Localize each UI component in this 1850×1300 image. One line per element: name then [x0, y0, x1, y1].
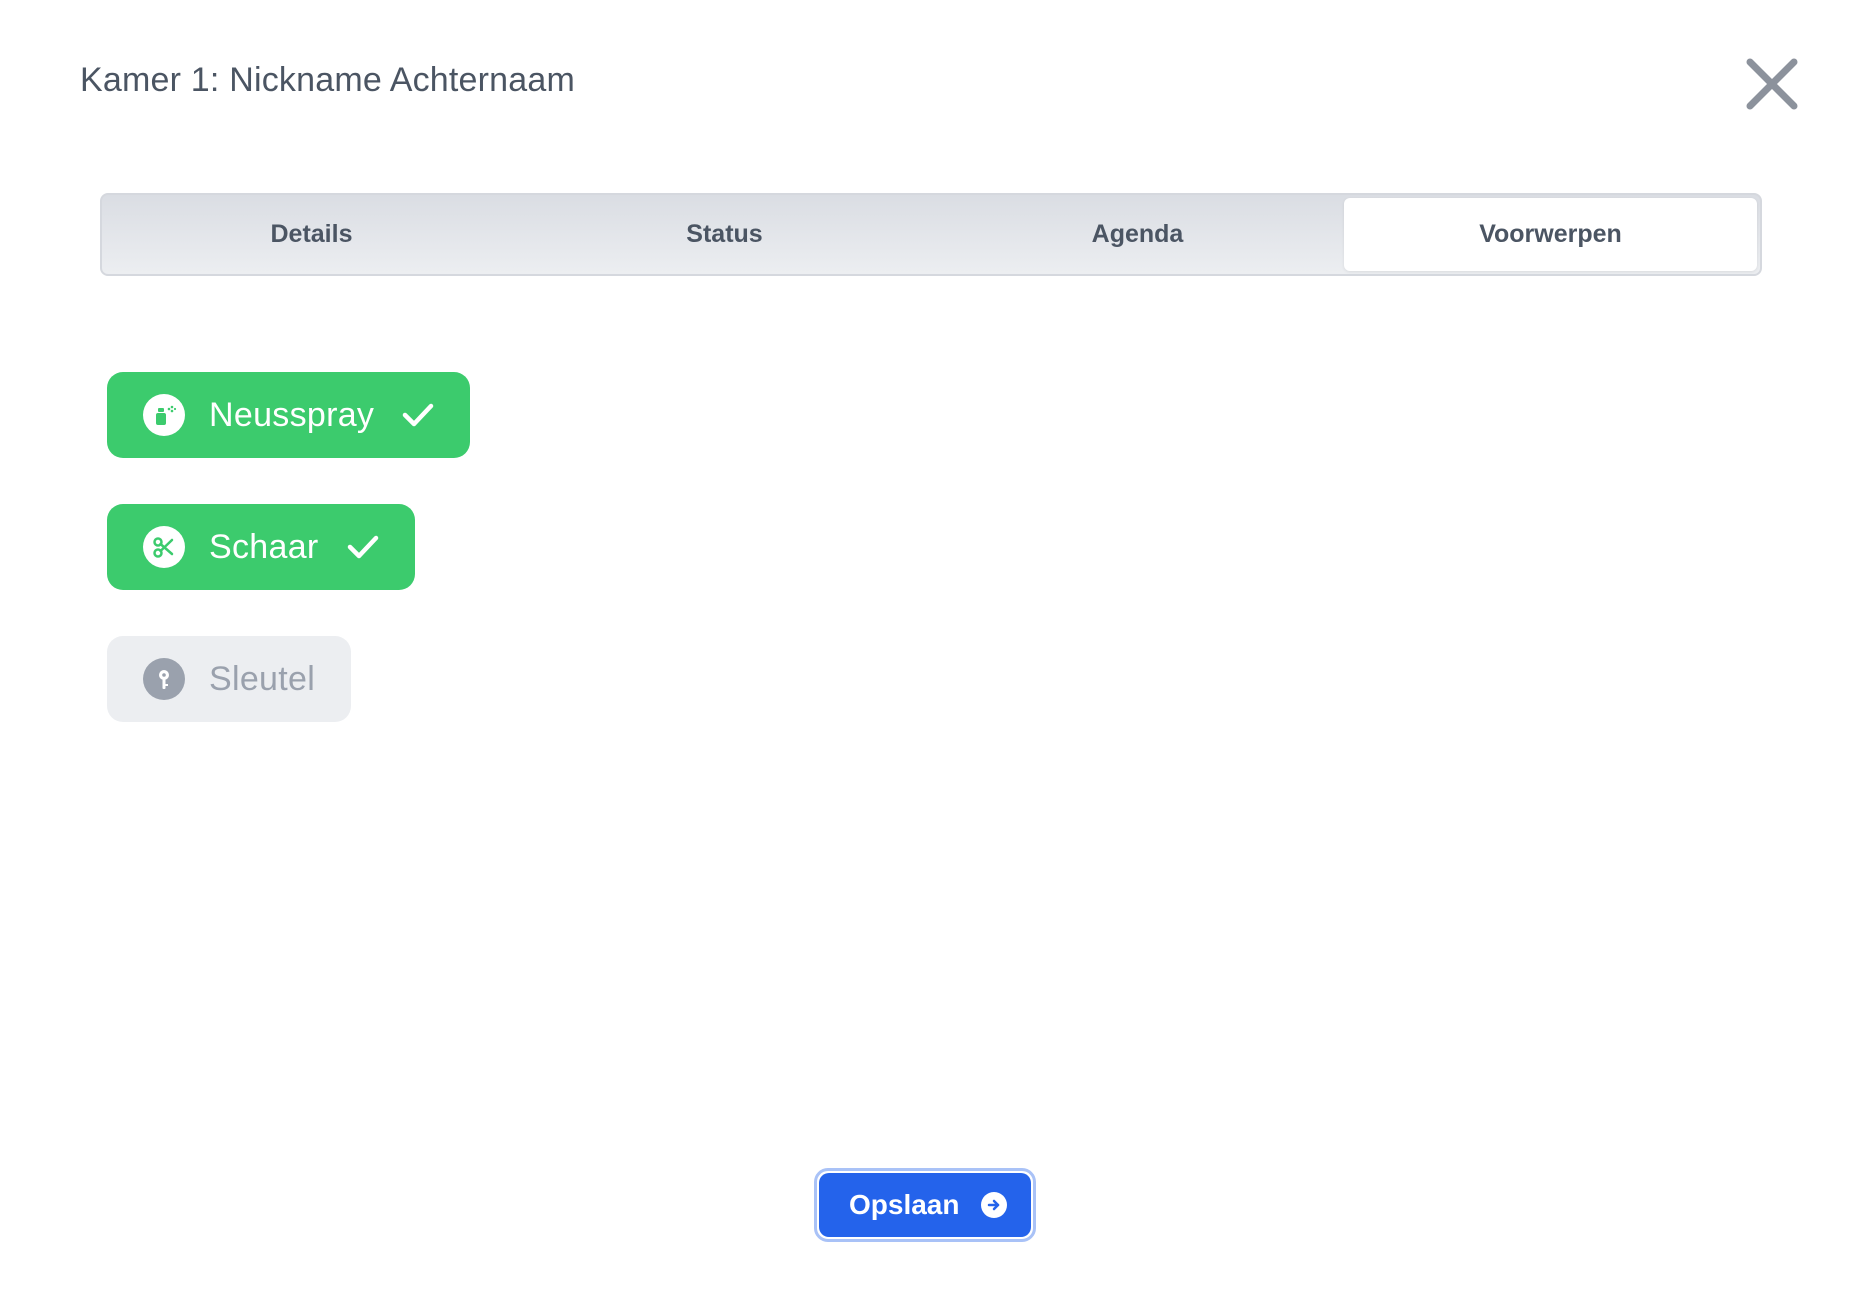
item-label: Sleutel [209, 659, 316, 698]
tab-details[interactable]: Details [105, 198, 518, 271]
check-icon [402, 402, 434, 428]
save-button-label: Opslaan [849, 1189, 960, 1220]
dialog-title: Kamer 1: Nickname Achternaam [80, 61, 576, 99]
item-toggle-sleutel[interactable]: Sleutel [107, 636, 352, 722]
item-label: Neusspray [209, 395, 375, 434]
close-button[interactable] [1742, 54, 1802, 114]
key-icon [143, 658, 185, 700]
tab-agenda[interactable]: Agenda [931, 198, 1344, 271]
save-button-focus-ring: Opslaan [814, 1168, 1037, 1242]
save-button[interactable]: Opslaan [819, 1173, 1032, 1237]
close-icon [1746, 58, 1798, 110]
scissors-icon [143, 526, 185, 568]
item-toggle-schaar[interactable]: Schaar [107, 504, 415, 590]
tab-bar: Details Status Agenda Voorwerpen [100, 193, 1762, 276]
tab-voorwerpen[interactable]: Voorwerpen [1344, 198, 1757, 271]
arrow-right-circle-icon [981, 1192, 1008, 1218]
items-list: Neusspray Schaar Sleutel [107, 372, 471, 768]
item-toggle-neusspray[interactable]: Neusspray [107, 372, 471, 458]
spray-icon [143, 394, 185, 436]
check-icon [347, 534, 379, 560]
tab-status[interactable]: Status [518, 198, 931, 271]
item-label: Schaar [209, 527, 319, 566]
